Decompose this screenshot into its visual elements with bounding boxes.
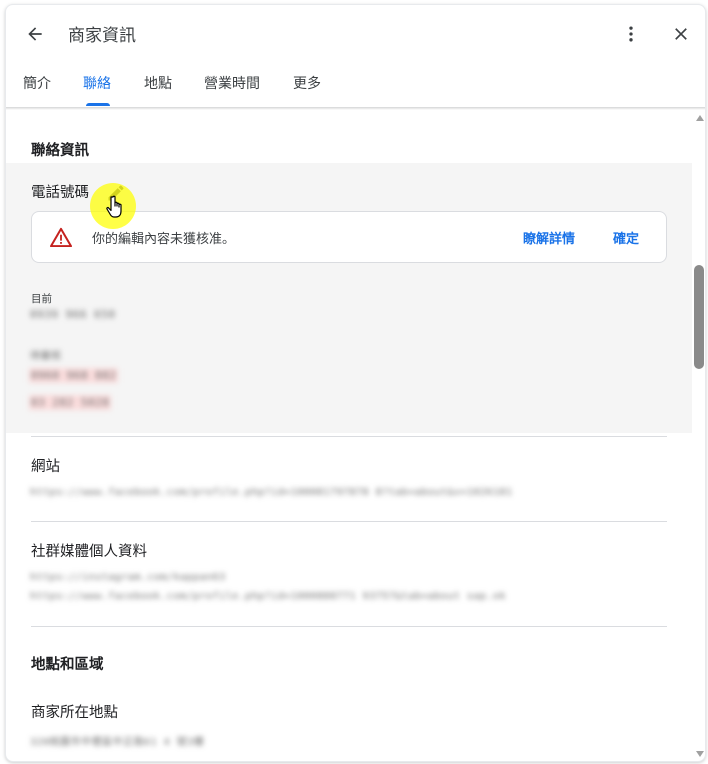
tab-contact[interactable]: 聯絡 bbox=[83, 73, 111, 107]
scroll-down-arrow-icon[interactable] bbox=[696, 751, 704, 757]
contact-section-heading: 聯絡資訊 bbox=[31, 143, 89, 159]
close-icon bbox=[675, 28, 687, 40]
warning-icon bbox=[50, 227, 72, 247]
divider bbox=[31, 626, 667, 627]
divider bbox=[31, 521, 667, 522]
location-section-heading: 地點和區域 bbox=[31, 657, 104, 673]
learn-more-link[interactable]: 瞭解詳情 bbox=[523, 228, 575, 247]
active-tab-indicator bbox=[86, 103, 110, 106]
content-scroll-area[interactable]: 聯絡資訊 電話號碼 你的編輯內容未獲核准。 瞭解詳情 確定 目前 0939 96… bbox=[6, 109, 692, 761]
business-address-value: 320桃園市中壢區中正路61 4 號3樓 bbox=[30, 737, 205, 748]
more-options-button[interactable] bbox=[618, 19, 644, 49]
alert-message: 你的編輯內容未獲核准。 bbox=[92, 232, 236, 247]
back-button[interactable] bbox=[20, 19, 50, 49]
scroll-up-arrow-icon[interactable] bbox=[696, 115, 704, 121]
current-phone-value: 0939 966 650 bbox=[30, 308, 116, 321]
hand-cursor-icon bbox=[106, 195, 122, 218]
social-profile-value: https://www.facebook.com/profile.php?id=… bbox=[30, 591, 506, 602]
close-button[interactable] bbox=[666, 19, 696, 49]
current-label: 目前 bbox=[31, 293, 52, 305]
arrow-back-icon bbox=[28, 27, 42, 41]
website-label: 網站 bbox=[31, 459, 60, 475]
scrollbar[interactable] bbox=[692, 109, 705, 761]
phone-label: 電話號碼 bbox=[31, 185, 89, 201]
business-location-label: 商家所在地點 bbox=[31, 705, 118, 721]
tab-location[interactable]: 地點 bbox=[144, 73, 172, 107]
more-vert-icon bbox=[629, 26, 633, 42]
social-profiles-label: 社群媒體個人資料 bbox=[31, 544, 147, 560]
pending-phone-value: 0960 968 882 bbox=[29, 368, 119, 383]
website-value: https://www.facebook.com/profile.php?id=… bbox=[30, 487, 513, 498]
confirm-button[interactable]: 確定 bbox=[613, 228, 639, 247]
scrollbar-thumb[interactable] bbox=[694, 265, 704, 369]
pending-label: 待審核 bbox=[30, 351, 62, 362]
tab-overview[interactable]: 簡介 bbox=[23, 73, 51, 107]
panel-header: 商家資訊 bbox=[6, 5, 705, 61]
divider bbox=[31, 436, 667, 437]
business-info-panel: 商家資訊 簡介 聯絡 地點 營業時間 更多 聯絡資訊 電話號碼 你的編輯內容未獲… bbox=[5, 4, 706, 762]
tab-hours[interactable]: 營業時間 bbox=[204, 73, 260, 107]
pending-phone-value: 03 282 5028 bbox=[29, 395, 112, 410]
social-profile-value: https://instagram.com/kappan63 bbox=[30, 572, 226, 583]
page-title: 商家資訊 bbox=[68, 26, 136, 46]
tab-more[interactable]: 更多 bbox=[293, 73, 321, 107]
tab-bar: 簡介 聯絡 地點 營業時間 更多 bbox=[6, 67, 705, 107]
